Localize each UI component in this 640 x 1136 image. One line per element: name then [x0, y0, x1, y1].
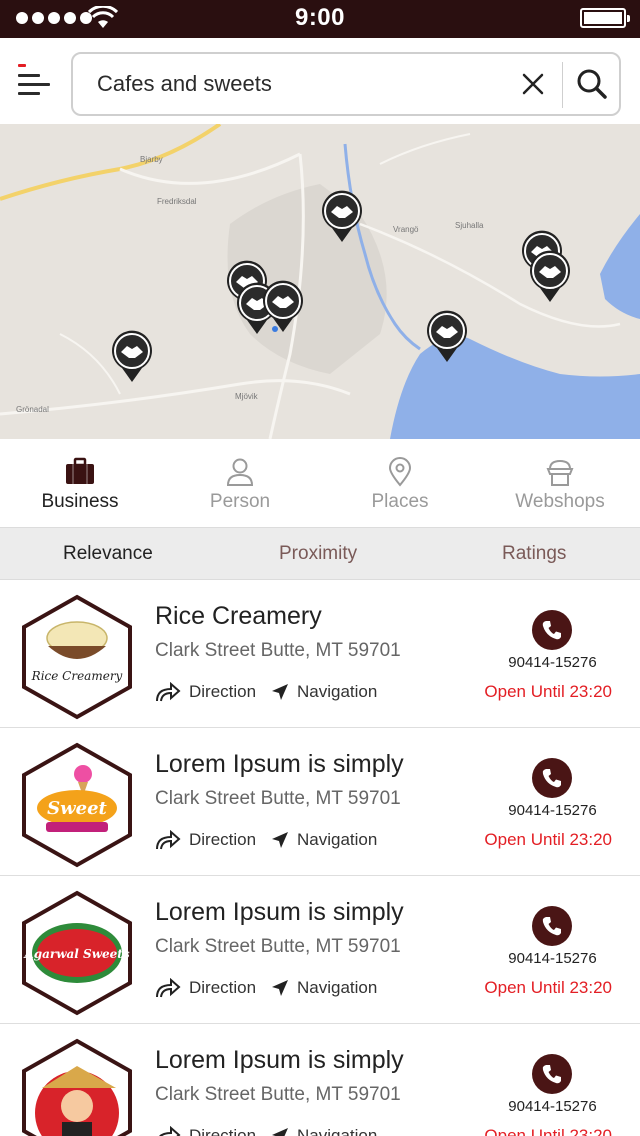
logo-text: Agarwal Sweets: [23, 947, 129, 961]
business-logo: Sweet: [22, 742, 132, 868]
briefcase-icon: [66, 457, 94, 484]
list-item[interactable]: Rice Creamery Rice Creamery Clark Street…: [0, 580, 640, 728]
map-pin-icon[interactable]: [528, 250, 572, 304]
phone-number[interactable]: 90414-15276: [490, 950, 615, 967]
business-logo: [22, 1038, 132, 1136]
map-label: Bjarby: [140, 155, 163, 164]
opening-hours: Open Until 23:20: [484, 830, 612, 849]
navigation-arrow-icon: [272, 1128, 288, 1136]
navigation-button[interactable]: Navigation: [271, 1126, 377, 1136]
search-input[interactable]: [97, 64, 497, 104]
menu-button[interactable]: [18, 64, 50, 98]
location-pin-icon: [388, 457, 412, 487]
search-box: [71, 52, 621, 116]
direction-button[interactable]: Direction: [155, 682, 256, 702]
sort-relevance[interactable]: Relevance: [63, 543, 153, 565]
opening-hours: Open Until 23:20: [484, 682, 612, 701]
phone-icon: [542, 1065, 561, 1084]
business-address: Clark Street Butte, MT 59701: [155, 640, 401, 661]
phone-icon: [542, 769, 561, 788]
map-pin-icon[interactable]: [261, 280, 305, 334]
direction-button[interactable]: Direction: [155, 1126, 256, 1136]
direction-label: Direction: [189, 1126, 257, 1136]
search-icon[interactable]: [576, 68, 608, 100]
tab-label: Webshops: [515, 491, 605, 512]
tab-label: Places: [371, 491, 429, 512]
map-label: Grönadal: [16, 405, 49, 414]
navigation-arrow-icon: [272, 684, 288, 700]
sort-bar: Relevance Proximity Ratings: [0, 527, 640, 580]
direction-label: Direction: [189, 682, 257, 701]
battery-icon: [580, 8, 630, 28]
call-button[interactable]: [532, 610, 572, 650]
navigation-button[interactable]: Navigation: [271, 682, 377, 702]
business-address: Clark Street Butte, MT 59701: [155, 788, 401, 809]
person-icon: [226, 458, 254, 486]
opening-hours: Open Until 23:20: [484, 978, 612, 997]
list-item[interactable]: Lorem Ipsum is simply Clark Street Butte…: [0, 1024, 640, 1136]
shop-icon: [546, 459, 574, 486]
direction-label: Direction: [189, 978, 257, 997]
direction-button[interactable]: Direction: [155, 978, 256, 998]
list-item[interactable]: Sweet Lorem Ipsum is simply Clark Street…: [0, 728, 640, 876]
search-header: [0, 38, 640, 124]
map-label: Vrangö: [393, 225, 419, 234]
business-logo: Agarwal Sweets: [22, 890, 132, 1016]
phone-number[interactable]: 90414-15276: [490, 654, 615, 671]
direction-label: Direction: [189, 830, 257, 849]
status-bar: 9:00: [0, 0, 640, 38]
navigation-label: Navigation: [297, 682, 378, 701]
business-name[interactable]: Lorem Ipsum is simply: [155, 1046, 404, 1075]
map-label: Fredriksdal: [157, 197, 197, 206]
tab-business[interactable]: Business: [0, 439, 160, 527]
business-name[interactable]: Rice Creamery: [155, 602, 322, 631]
map-label: Sjuhalla: [455, 221, 484, 230]
logo-text: Sweet: [47, 798, 107, 819]
sort-ratings[interactable]: Ratings: [502, 543, 566, 565]
results-list: Rice Creamery Rice Creamery Clark Street…: [0, 580, 640, 1136]
phone-number[interactable]: 90414-15276: [490, 1098, 615, 1115]
call-button[interactable]: [532, 758, 572, 798]
call-button[interactable]: [532, 906, 572, 946]
tab-webshops[interactable]: Webshops: [480, 439, 640, 527]
map-view[interactable]: Bjarby Fredriksdal Vrangö Sjuhalla Mjövi…: [0, 124, 640, 439]
navigation-button[interactable]: Navigation: [271, 978, 377, 998]
direction-icon: [156, 978, 181, 998]
phone-icon: [542, 917, 561, 936]
map-pin-icon[interactable]: [110, 330, 154, 384]
search-divider: [562, 62, 563, 108]
business-name[interactable]: Lorem Ipsum is simply: [155, 750, 404, 779]
business-address: Clark Street Butte, MT 59701: [155, 1084, 401, 1105]
map-pin-icon[interactable]: [320, 190, 364, 244]
navigation-arrow-icon: [272, 832, 288, 848]
tab-person[interactable]: Person: [160, 439, 320, 527]
map-label: Mjövik: [235, 392, 259, 401]
business-name[interactable]: Lorem Ipsum is simply: [155, 898, 404, 927]
logo-text: Rice Creamery: [31, 669, 123, 683]
navigation-button[interactable]: Navigation: [271, 830, 377, 850]
navigation-label: Navigation: [297, 978, 378, 997]
map-pin-icon[interactable]: [425, 310, 469, 364]
direction-icon: [156, 682, 181, 702]
navigation-label: Navigation: [297, 1126, 378, 1136]
list-item[interactable]: Agarwal Sweets Lorem Ipsum is simply Cla…: [0, 876, 640, 1024]
category-tabs: Business Person Places Webshops: [0, 439, 640, 527]
business-logo: Rice Creamery: [22, 594, 132, 720]
direction-button[interactable]: Direction: [155, 830, 256, 850]
opening-hours: Open Until 23:20: [484, 1126, 612, 1136]
business-address: Clark Street Butte, MT 59701: [155, 936, 401, 957]
navigation-label: Navigation: [297, 830, 378, 849]
direction-icon: [156, 830, 181, 850]
phone-number[interactable]: 90414-15276: [490, 802, 615, 819]
sort-proximity[interactable]: Proximity: [279, 543, 357, 565]
tab-label: Person: [209, 491, 271, 512]
phone-icon: [542, 621, 561, 640]
navigation-arrow-icon: [272, 980, 288, 996]
tab-places[interactable]: Places: [320, 439, 480, 527]
direction-icon: [159, 1126, 181, 1136]
clear-icon[interactable]: [519, 70, 547, 98]
call-button[interactable]: [532, 1054, 572, 1094]
status-time: 9:00: [294, 4, 346, 31]
tab-label: Business: [41, 491, 119, 512]
